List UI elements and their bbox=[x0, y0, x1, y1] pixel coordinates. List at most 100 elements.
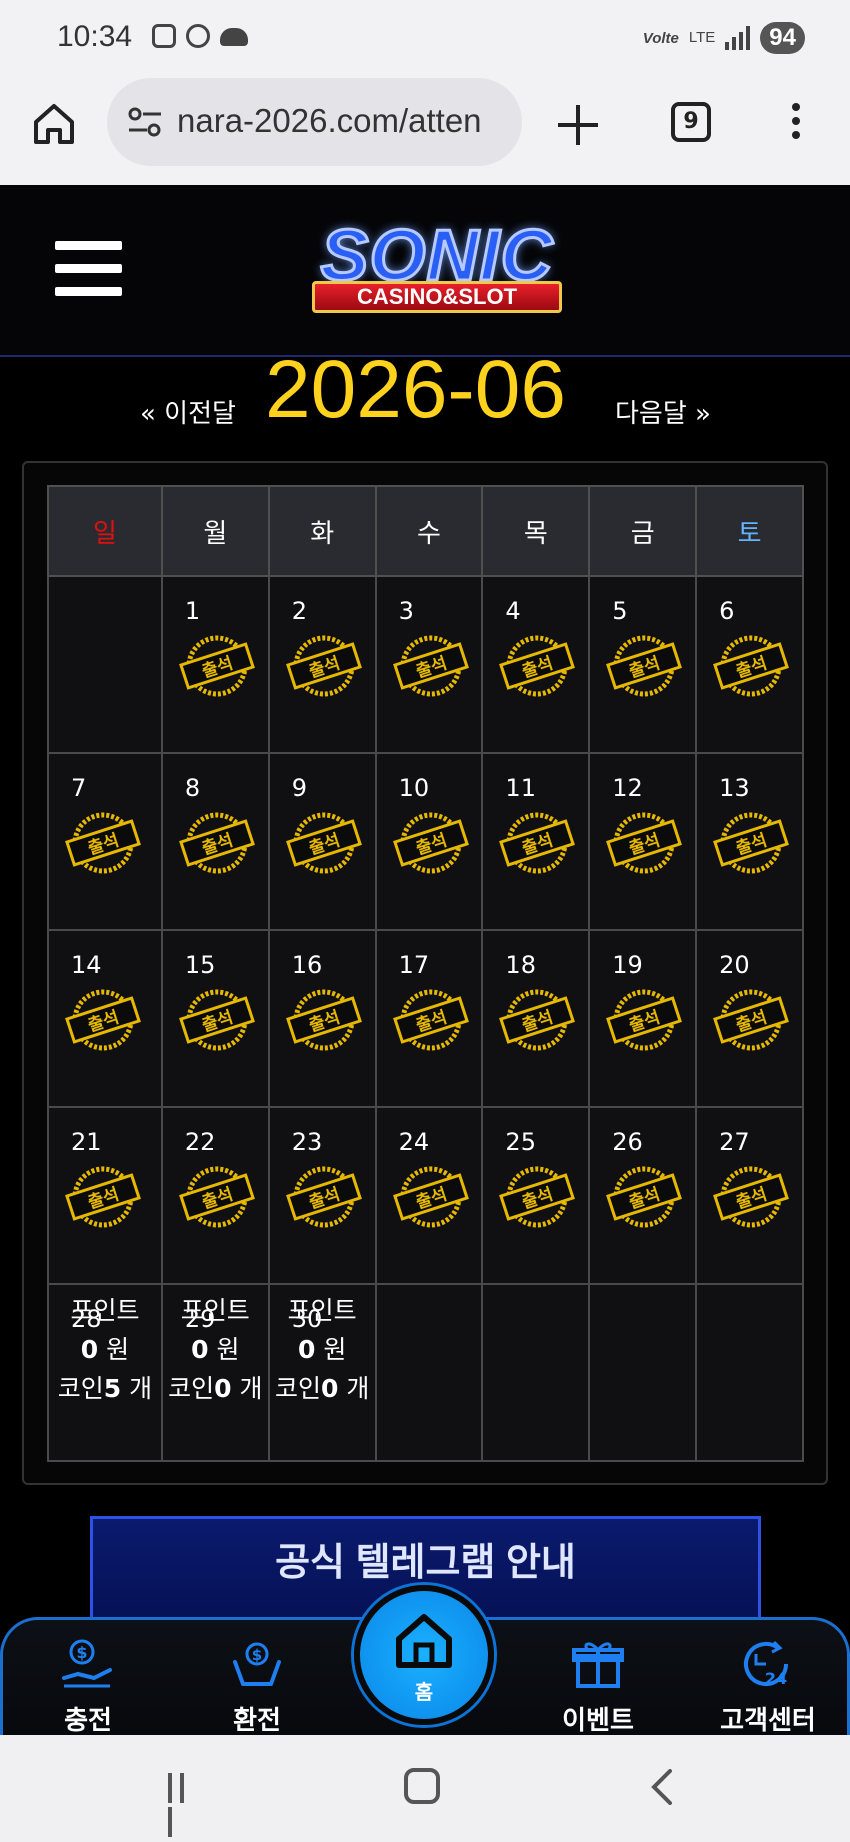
nav-event[interactable]: 이벤트 bbox=[538, 1638, 658, 1737]
attendance-stamp-icon: 출석 bbox=[499, 635, 576, 697]
next-month-link[interactable]: 다음달 » bbox=[615, 393, 711, 430]
day-number: 19 bbox=[612, 951, 643, 979]
day-number: 13 bbox=[719, 774, 750, 802]
calendar-day-cell: 9 출석 bbox=[267, 752, 377, 931]
tab-switcher-button[interactable]: 9 bbox=[671, 102, 711, 142]
attendance-stamp-icon: 출석 bbox=[606, 989, 683, 1051]
day-number: 12 bbox=[612, 774, 643, 802]
calendar-empty-cell bbox=[588, 1283, 698, 1462]
day-number: 4 bbox=[505, 597, 521, 625]
calendar-day-cell: 2 출석 bbox=[267, 575, 377, 754]
attendance-stamp-icon: 출석 bbox=[285, 635, 362, 697]
threads-icon bbox=[186, 24, 210, 48]
prev-month-link[interactable]: « 이전달 bbox=[140, 393, 236, 430]
day-number: 15 bbox=[184, 951, 216, 979]
browser-home-icon[interactable] bbox=[30, 100, 78, 148]
points-unit: 원 bbox=[106, 1335, 130, 1364]
points-row: 0 원 bbox=[163, 1330, 268, 1369]
calendar-day-cell: 1 출석 bbox=[160, 575, 270, 754]
gift-icon bbox=[572, 1642, 624, 1688]
weekday-sat: 토 bbox=[695, 485, 804, 577]
day-number: 22 bbox=[184, 1128, 216, 1156]
calendar-day-cell: 7 출석 bbox=[47, 752, 163, 931]
calendar-week-row: 7 출석 8 출석 9 출석 10 출석 11 출석 12 출석 13 출석 bbox=[47, 752, 804, 931]
calendar-day-cell: 18 출석 bbox=[481, 929, 591, 1108]
calendar-day-cell: 13 출석 bbox=[695, 752, 804, 931]
recent-apps-icon[interactable] bbox=[168, 1773, 202, 1837]
new-tab-icon[interactable] bbox=[558, 105, 598, 145]
month-navigation: « 이전달 2026-06 다음달 » bbox=[0, 344, 850, 457]
coin-unit: 개 bbox=[129, 1374, 153, 1403]
attendance-stamp-icon: 출석 bbox=[392, 812, 469, 874]
calendar-day-cell: 15 출석 bbox=[160, 929, 270, 1108]
points-label: 포인트 bbox=[287, 1296, 357, 1325]
points-value: 0 bbox=[80, 1335, 99, 1364]
attendance-stamp-icon: 출석 bbox=[285, 989, 362, 1051]
day-number: 16 bbox=[291, 951, 323, 979]
points-value: 0 bbox=[191, 1335, 209, 1364]
day-number: 25 bbox=[505, 1128, 536, 1156]
sonic-logo[interactable]: SONIC CASINO&SLOT bbox=[282, 215, 592, 325]
calendar-day-cell: 25 출석 bbox=[481, 1106, 591, 1285]
system-home-icon[interactable] bbox=[404, 1768, 440, 1804]
attendance-stamp-icon: 출석 bbox=[713, 812, 790, 874]
nav-support-label: 고객센터 bbox=[720, 1706, 816, 1736]
day-number: 11 bbox=[505, 774, 536, 802]
back-icon[interactable] bbox=[648, 1769, 678, 1805]
points-row: 0 원 bbox=[49, 1330, 161, 1369]
weekday-fri: 금 bbox=[588, 485, 698, 577]
nav-exchange-label: 환전 bbox=[233, 1706, 281, 1736]
day-number: 8 bbox=[184, 774, 201, 802]
logo-sub-text: CASINO&SLOT bbox=[312, 281, 562, 313]
attendance-stamp-icon: 출석 bbox=[178, 989, 255, 1051]
nav-home[interactable]: 홈 bbox=[354, 1585, 494, 1725]
attendance-stamp-icon: 출석 bbox=[713, 989, 790, 1051]
nav-exchange[interactable]: $ 환전 bbox=[197, 1638, 317, 1737]
nav-event-label: 이벤트 bbox=[562, 1706, 634, 1736]
browser-menu-icon[interactable] bbox=[789, 103, 803, 147]
calendar-day-cell: 8 출석 bbox=[160, 752, 270, 931]
points-row: 0 원 bbox=[270, 1330, 375, 1369]
charge-icon: $ bbox=[62, 1639, 112, 1688]
calendar-week-row: 28 포인트 0 원 코인5 개 29 포인트 0 원 코인0 개 30 포인트 0 원 코인0 개 bbox=[47, 1283, 804, 1462]
attendance-calendar-panel: 일 월 화 수 목 금 토 1 출석 2 출석 3 출석 4 출석 5 출석 6 출석 7 출석 8 출석 9 출… bbox=[22, 461, 828, 1485]
points-info: 포인트 0 원 코인0 개 bbox=[163, 1291, 268, 1408]
weekday-thu: 목 bbox=[481, 485, 591, 577]
calendar-day-cell: 12 출석 bbox=[588, 752, 698, 931]
calendar-day-cell: 17 출석 bbox=[374, 929, 484, 1108]
nav-charge-label: 충전 bbox=[64, 1706, 112, 1736]
calendar-week-row: 14 출석 15 출석 16 출석 17 출석 18 출석 19 출석 20 출석 bbox=[47, 929, 804, 1108]
day-number: 20 bbox=[719, 951, 750, 979]
nav-charge[interactable]: $ 충전 bbox=[28, 1638, 148, 1737]
coins-row: 코인5 개 bbox=[49, 1369, 161, 1408]
calendar-day-cell: 24 출석 bbox=[374, 1106, 484, 1285]
attendance-stamp-icon: 출석 bbox=[606, 812, 683, 874]
calendar-empty-cell bbox=[695, 1283, 804, 1462]
calendar-empty-cell bbox=[481, 1283, 591, 1462]
coin-unit: 개 bbox=[239, 1374, 263, 1403]
calendar-day-cell: 26 출석 bbox=[588, 1106, 698, 1285]
cloud-icon bbox=[220, 28, 248, 46]
nav-support[interactable]: 24 고객센터 bbox=[708, 1638, 828, 1737]
points-label: 포인트 bbox=[70, 1296, 140, 1325]
calendar-day-cell: 3 출석 bbox=[374, 575, 484, 754]
day-number: 2 bbox=[291, 597, 308, 625]
points-unit: 원 bbox=[323, 1335, 347, 1364]
attendance-stamp-icon: 출석 bbox=[178, 812, 255, 874]
address-bar[interactable]: nara-2026.com/atten bbox=[107, 78, 522, 166]
month-title: 2026-06 bbox=[265, 344, 566, 435]
signal-icon bbox=[725, 26, 751, 50]
hamburger-menu-icon[interactable] bbox=[55, 241, 122, 301]
attendance-stamp-icon: 출석 bbox=[65, 812, 141, 874]
status-bar: 10:34 Volte LTE 94 bbox=[0, 0, 850, 75]
nav-home-label: 홈 bbox=[414, 1680, 434, 1704]
attendance-stamp-icon: 출석 bbox=[499, 989, 576, 1051]
home-icon bbox=[396, 1614, 452, 1668]
attendance-stamp-icon: 출석 bbox=[499, 812, 576, 874]
day-number: 5 bbox=[612, 597, 628, 625]
coin-value: 5 bbox=[103, 1374, 122, 1403]
attendance-stamp-icon: 출석 bbox=[392, 989, 469, 1051]
site-settings-icon[interactable] bbox=[127, 106, 163, 138]
day-number: 23 bbox=[291, 1128, 323, 1156]
day-number: 9 bbox=[291, 774, 308, 802]
